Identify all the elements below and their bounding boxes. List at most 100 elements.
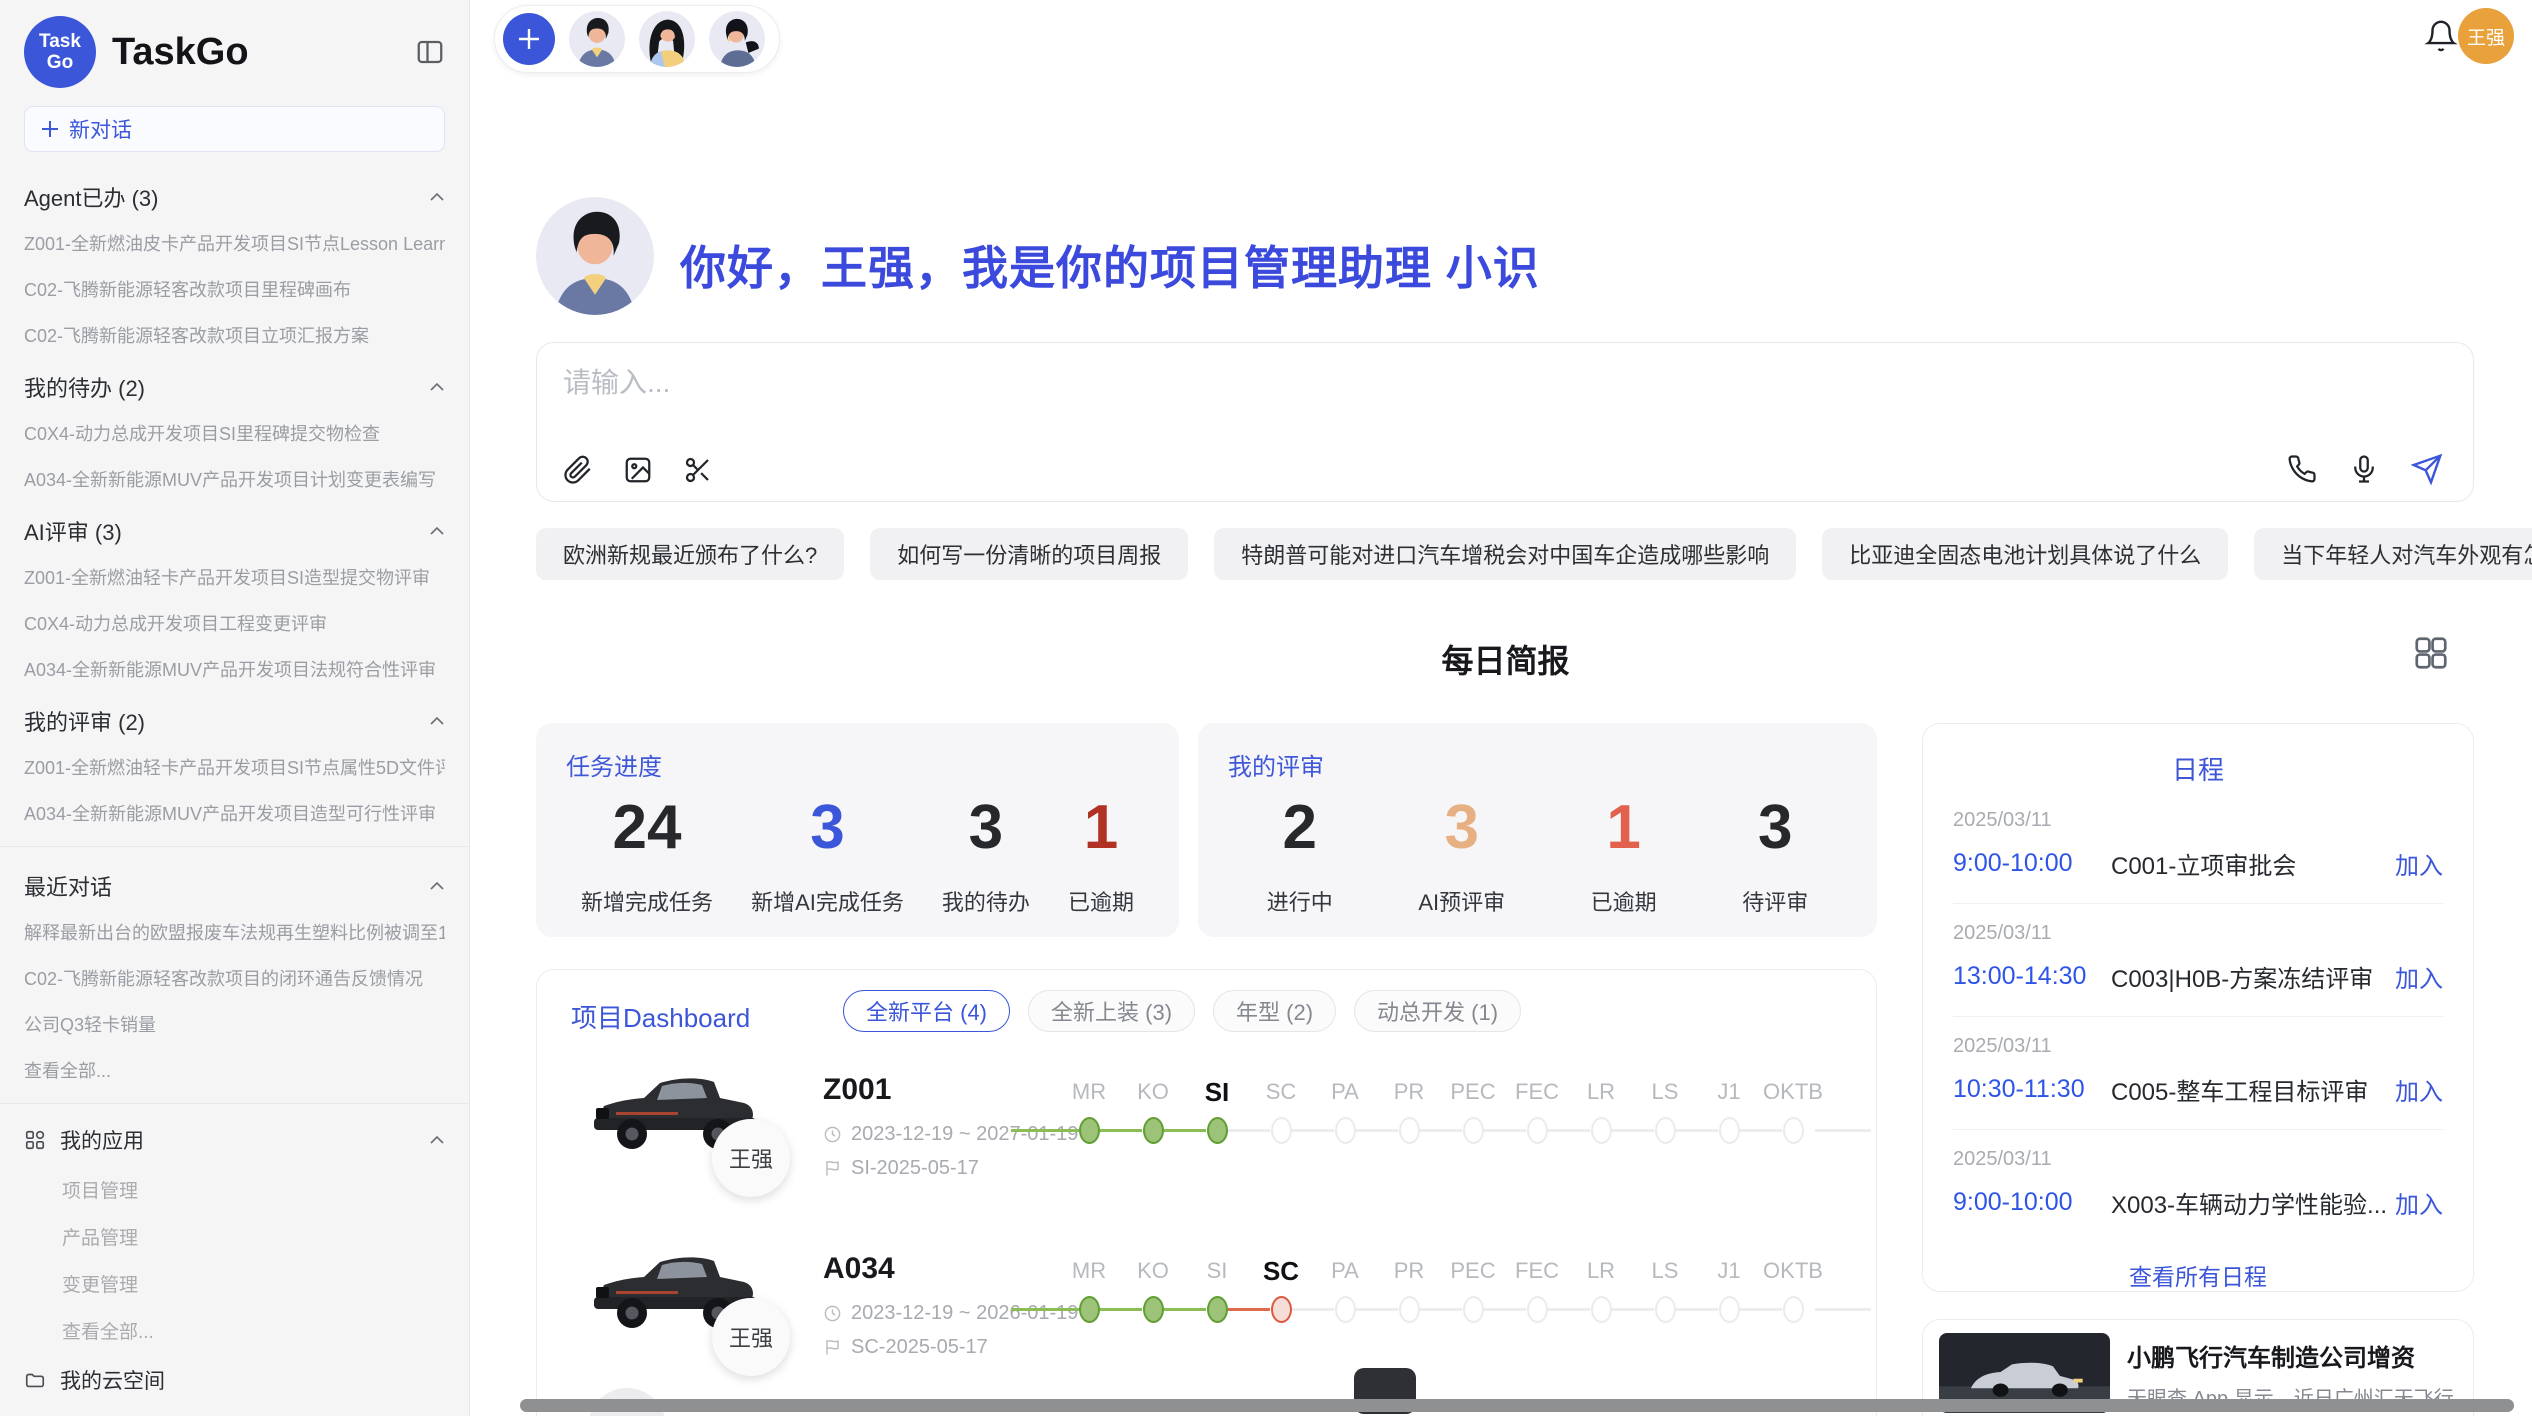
milestone-dot bbox=[1335, 1296, 1356, 1323]
milestone-dot bbox=[1655, 1117, 1676, 1144]
milestone-station: SC bbox=[1249, 1075, 1313, 1165]
tab-new-body[interactable]: 全新上装 (3) bbox=[1028, 990, 1195, 1032]
composer-action-tools bbox=[2287, 453, 2443, 485]
tab-new-platform[interactable]: 全新平台 (4) bbox=[843, 990, 1010, 1032]
project-owner-badge: 王强 bbox=[712, 1298, 790, 1376]
section-header-ai-review[interactable]: AI评审 (3) bbox=[24, 502, 445, 554]
image-icon[interactable] bbox=[623, 455, 653, 485]
milestone-station: LS bbox=[1633, 1075, 1697, 1165]
app-item-change-management[interactable]: 变更管理 bbox=[24, 1260, 445, 1307]
chevron-up-icon[interactable] bbox=[429, 881, 445, 891]
sidebar-collapse-icon[interactable] bbox=[415, 37, 445, 67]
add-assistant-button[interactable] bbox=[503, 13, 555, 65]
assistant-avatar-1[interactable] bbox=[569, 11, 625, 67]
chevron-up-icon[interactable] bbox=[429, 716, 445, 726]
suggestion-chip[interactable]: 如何写一份清晰的项目周报 bbox=[870, 528, 1188, 580]
chevron-up-icon[interactable] bbox=[429, 526, 445, 536]
recent-chat-item[interactable]: 公司Q3轻卡销量 bbox=[24, 1001, 445, 1047]
milestone-dot bbox=[1463, 1117, 1484, 1144]
notification-bell-icon[interactable] bbox=[2424, 19, 2458, 53]
join-link[interactable]: 加入 bbox=[2395, 1185, 2443, 1220]
recent-chats-view-all[interactable]: 查看全部... bbox=[24, 1047, 445, 1093]
suggestion-chip[interactable]: 欧洲新规最近颁布了什么? bbox=[536, 528, 844, 580]
sidebar-item-cloud-space[interactable]: 我的云空间 bbox=[24, 1354, 445, 1406]
suggestion-chip[interactable]: 特朗普可能对进口汽车增税会对中国车企造成哪些影响 bbox=[1214, 528, 1796, 580]
milestone-dot bbox=[1719, 1296, 1740, 1323]
chevron-up-icon[interactable] bbox=[429, 1135, 445, 1145]
sidebar-task-item[interactable]: Z001-全新燃油皮卡产品开发项目SI节点Lesson Learn报告 bbox=[24, 220, 445, 266]
sidebar-task-item[interactable]: A034-全新新能源MUV产品开发项目计划变更表编写 bbox=[24, 456, 445, 502]
milestone-dot bbox=[1591, 1296, 1612, 1323]
plus-icon bbox=[41, 120, 59, 138]
schedule-date: 2025/03/11 bbox=[1953, 1148, 2443, 1171]
section-header-agent-done[interactable]: Agent已办 (3) bbox=[24, 168, 445, 220]
chevron-up-icon[interactable] bbox=[429, 192, 445, 202]
user-avatar[interactable]: 王强 bbox=[2458, 8, 2514, 64]
assistant-avatar-3[interactable] bbox=[709, 11, 765, 67]
dashboard-title: 项目Dashboard bbox=[571, 998, 750, 1035]
sidebar-task-item[interactable]: C0X4-动力总成开发项目工程变更评审 bbox=[24, 600, 445, 646]
task-progress-card: 任务进度 24 新增完成任务 3 新增AI完成任务 3 我的待办 1 已逾期 bbox=[536, 723, 1179, 937]
view-all-schedule-link[interactable]: 查看所有日程 bbox=[1953, 1242, 2443, 1292]
milestone-dot bbox=[1655, 1296, 1676, 1323]
project-row[interactable]: 王强 A034 2023-12-19 ~ 2026-01-19 SC-2025-… bbox=[537, 1238, 1876, 1408]
sidebar-header: Task Go TaskGo bbox=[24, 0, 445, 98]
app-item-product-management[interactable]: 产品管理 bbox=[24, 1213, 445, 1260]
sidebar-task-item[interactable]: C02-飞腾新能源轻客改款项目里程碑画布 bbox=[24, 266, 445, 312]
sidebar-item-favorites[interactable]: 我的收藏 bbox=[24, 1406, 445, 1416]
chevron-up-icon[interactable] bbox=[429, 382, 445, 392]
tab-powertrain[interactable]: 动总开发 (1) bbox=[1354, 990, 1521, 1032]
join-link[interactable]: 加入 bbox=[2395, 959, 2443, 994]
sidebar-task-item[interactable]: C0X4-动力总成开发项目SI里程碑提交物检查 bbox=[24, 410, 445, 456]
microphone-icon[interactable] bbox=[2349, 454, 2379, 484]
paperclip-icon[interactable] bbox=[563, 455, 593, 485]
schedule-card: 日程 2025/03/11 9:00-10:00 C001-立项审批会 加入 2… bbox=[1922, 723, 2474, 1292]
new-chat-button[interactable]: 新对话 bbox=[24, 106, 445, 152]
schedule-time: 9:00-10:00 bbox=[1953, 849, 2111, 878]
sidebar-task-item[interactable]: Z001-全新燃油轻卡产品开发项目SI节点属性5D文件评审 bbox=[24, 744, 445, 790]
my-review-card: 我的评审 2 进行中 3 AI预评审 1 已逾期 3 待评审 bbox=[1198, 723, 1877, 937]
sidebar-task-item[interactable]: A034-全新新能源MUV产品开发项目造型可行性评审 bbox=[24, 790, 445, 836]
section-header-my-todo[interactable]: 我的待办 (2) bbox=[24, 358, 445, 410]
recent-chat-item[interactable]: C02-飞腾新能源轻客改款项目的闭环通告反馈情况 bbox=[24, 955, 445, 1001]
apps-view-all[interactable]: 查看全部... bbox=[24, 1307, 445, 1354]
divider bbox=[0, 1103, 469, 1104]
assistant-avatar-2[interactable] bbox=[639, 11, 695, 67]
project-row[interactable]: 王强 Z001 2023-12-19 ~ 2027-01-19 SI-2025-… bbox=[537, 1059, 1876, 1229]
milestone-station: PEC bbox=[1441, 1075, 1505, 1165]
greeting-title: 你好，王强，我是你的项目管理助理 小识 bbox=[680, 232, 1540, 298]
suggestion-chip[interactable]: 比亚迪全固态电池计划具体说了什么 bbox=[1822, 528, 2228, 580]
suggestion-chip[interactable]: 当下年轻人对汽车外观有怎样的喜好趋势 bbox=[2254, 528, 2532, 580]
milestone-station: PR bbox=[1377, 1075, 1441, 1165]
chat-composer bbox=[536, 342, 2474, 502]
join-link[interactable]: 加入 bbox=[2395, 846, 2443, 881]
project-date-range: 2023-12-19 ~ 2026-01-19 bbox=[851, 1302, 1078, 1325]
milestone-station: PR bbox=[1377, 1254, 1441, 1344]
layout-grid-icon[interactable] bbox=[2412, 634, 2450, 672]
milestone-station: OKTB bbox=[1761, 1075, 1825, 1165]
join-link[interactable]: 加入 bbox=[2395, 1072, 2443, 1107]
new-chat-label: 新对话 bbox=[69, 114, 132, 144]
app-window: Task Go TaskGo 新对话 Agent已办 (3) Z001-全新燃油… bbox=[0, 0, 2532, 1416]
project-milestone-flag: SI-2025-05-17 bbox=[851, 1157, 979, 1180]
cloud-folder-icon bbox=[24, 1369, 46, 1391]
section-header-my-review[interactable]: 我的评审 (2) bbox=[24, 692, 445, 744]
milestone-station: PA bbox=[1313, 1254, 1377, 1344]
composer-input[interactable] bbox=[563, 361, 2263, 405]
horizontal-scrollbar-thumb[interactable] bbox=[520, 1399, 2514, 1412]
milestone-station-current: SI bbox=[1185, 1075, 1249, 1165]
milestone-station: PEC bbox=[1441, 1254, 1505, 1344]
sidebar-task-item[interactable]: Z001-全新燃油轻卡产品开发项目SI造型提交物评审 bbox=[24, 554, 445, 600]
milestone-dot bbox=[1143, 1117, 1164, 1144]
section-header-recent-chats[interactable]: 最近对话 bbox=[24, 857, 445, 909]
send-icon[interactable] bbox=[2411, 453, 2443, 485]
sidebar-task-item[interactable]: C02-飞腾新能源轻客改款项目立项汇报方案 bbox=[24, 312, 445, 358]
scissors-icon[interactable] bbox=[683, 455, 713, 485]
tab-year-model[interactable]: 年型 (2) bbox=[1213, 990, 1336, 1032]
recent-chat-item[interactable]: 解释最新出台的欧盟报废车法规再生塑料比例被调至15%... bbox=[24, 909, 445, 955]
schedule-item: 2025/03/11 9:00-10:00 C001-立项审批会 加入 bbox=[1953, 791, 2443, 904]
sidebar-item-my-apps[interactable]: 我的应用 bbox=[24, 1114, 445, 1166]
sidebar-task-item[interactable]: A034-全新新能源MUV产品开发项目法规符合性评审 bbox=[24, 646, 445, 692]
app-item-project-management[interactable]: 项目管理 bbox=[24, 1166, 445, 1213]
phone-icon[interactable] bbox=[2287, 454, 2317, 484]
